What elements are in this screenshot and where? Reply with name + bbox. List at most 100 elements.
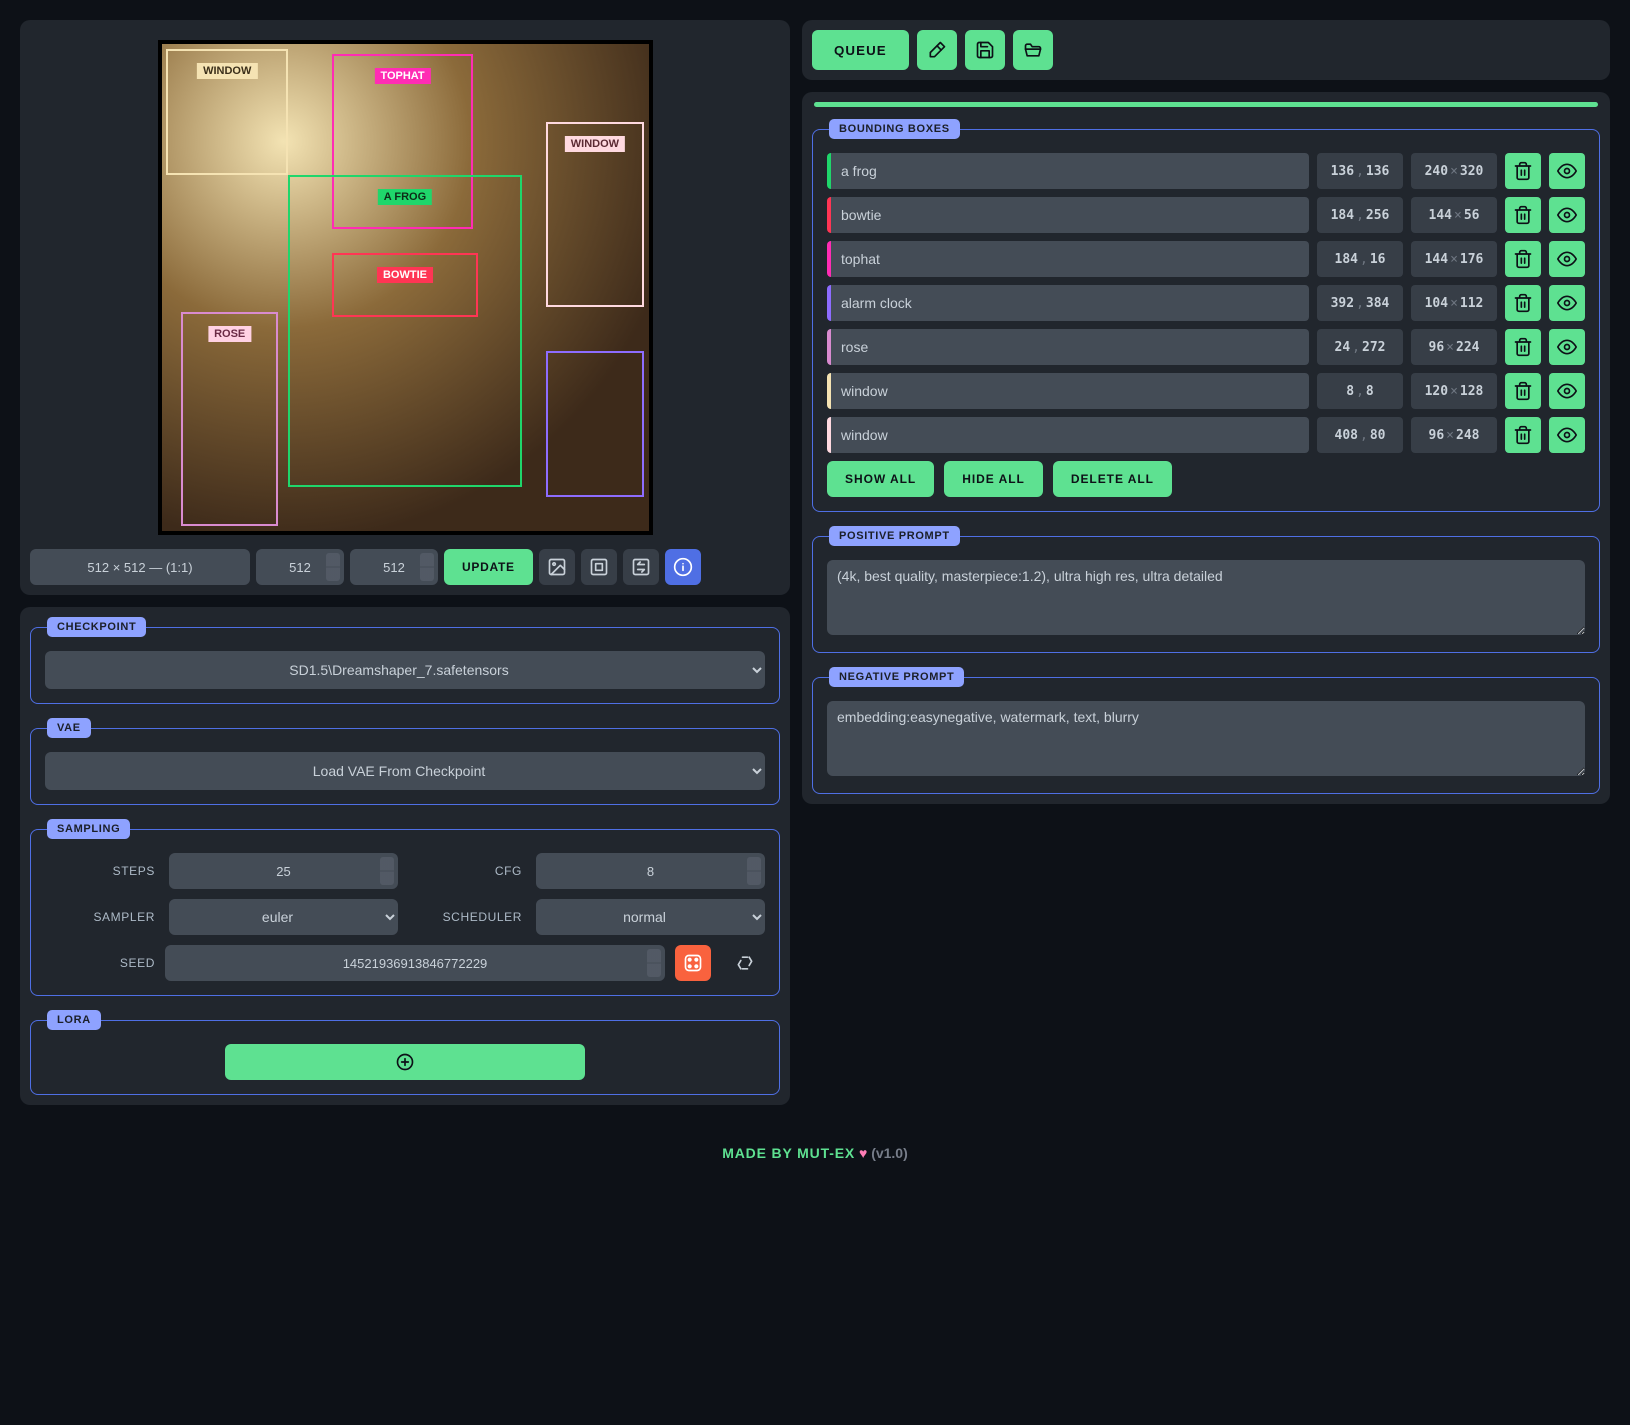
bbox-visibility-button[interactable] — [1549, 285, 1585, 321]
bbox-size: 96×248 — [1411, 417, 1497, 453]
bbox-row: 8,8120×128 — [827, 373, 1585, 409]
erase-button[interactable] — [917, 30, 957, 70]
cfg-input[interactable] — [536, 853, 765, 889]
cfg-label: CFG — [412, 864, 522, 878]
bbox-overlay: BOWTIE — [332, 253, 478, 316]
scheduler-select[interactable]: normal — [536, 899, 765, 935]
bbox-overlay — [546, 351, 643, 497]
bbox-size: 120×128 — [1411, 373, 1497, 409]
update-button[interactable]: UPDATE — [444, 549, 533, 585]
bounding-boxes-legend: BOUNDING BOXES — [829, 119, 960, 139]
width-input[interactable] — [256, 549, 344, 585]
top-actions-panel: QUEUE — [802, 20, 1610, 80]
height-input[interactable] — [350, 549, 438, 585]
negative-prompt-textarea[interactable] — [827, 701, 1585, 776]
bbox-delete-button[interactable] — [1505, 241, 1541, 277]
bbox-overlay: ROSE — [181, 312, 278, 526]
randomize-seed-button[interactable] — [675, 945, 711, 981]
bbox-delete-button[interactable] — [1505, 329, 1541, 365]
bbox-overlay: WINDOW — [166, 49, 288, 176]
footer-made: MADE BY MUT-EX — [722, 1145, 855, 1161]
bbox-visibility-button[interactable] — [1549, 197, 1585, 233]
negative-prompt-legend: NEGATIVE PROMPT — [829, 667, 964, 687]
bbox-position: 392,384 — [1317, 285, 1403, 321]
positive-prompt-textarea[interactable] — [827, 560, 1585, 635]
right-main-panel: BOUNDING BOXES 136,136240×320 184,256144×… — [802, 92, 1610, 804]
hide-all-button[interactable]: HIDE ALL — [944, 461, 1043, 497]
bbox-position: 8,8 — [1317, 373, 1403, 409]
open-folder-button[interactable] — [1013, 30, 1053, 70]
heart-icon: ♥ — [859, 1145, 867, 1161]
preview-image: WINDOWTOPHATWINDOWA FROGBOWTIEROSE — [158, 40, 653, 535]
add-lora-button[interactable] — [225, 1044, 585, 1080]
bbox-overlay: WINDOW — [546, 122, 643, 307]
footer: MADE BY MUT-EX ♥ (v1.0) — [20, 1145, 1610, 1161]
bbox-row: 184,16144×176 — [827, 241, 1585, 277]
positive-prompt-section: POSITIVE PROMPT — [812, 526, 1600, 653]
bbox-row: 408,8096×248 — [827, 417, 1585, 453]
bbox-visibility-button[interactable] — [1549, 417, 1585, 453]
sampler-select[interactable]: euler — [169, 899, 398, 935]
queue-button[interactable]: QUEUE — [812, 30, 909, 70]
vae-section: VAE Load VAE From Checkpoint — [30, 718, 780, 805]
checkpoint-legend: CHECKPOINT — [47, 617, 146, 637]
bbox-overlay: A FROG — [288, 175, 522, 487]
vae-select[interactable]: Load VAE From Checkpoint — [45, 752, 765, 790]
bbox-prompt-input[interactable] — [827, 285, 1309, 321]
vae-legend: VAE — [47, 718, 91, 738]
checkpoint-select[interactable]: SD1.5\Dreamshaper_7.safetensors — [45, 651, 765, 689]
image-icon-button[interactable] — [539, 549, 575, 585]
bounding-boxes-section: BOUNDING BOXES 136,136240×320 184,256144×… — [812, 119, 1600, 512]
steps-input[interactable] — [169, 853, 398, 889]
recycle-icon[interactable] — [725, 953, 765, 973]
lora-legend: LORA — [47, 1010, 101, 1030]
bbox-row: 184,256144×56 — [827, 197, 1585, 233]
seed-label: SEED — [45, 956, 155, 970]
bbox-row: 392,384104×112 — [827, 285, 1585, 321]
progress-bar — [814, 102, 1598, 107]
bbox-visibility-button[interactable] — [1549, 373, 1585, 409]
dimension-preset-select[interactable]: 512 × 512 — (1:1) — [30, 549, 250, 585]
bbox-position: 136,136 — [1317, 153, 1403, 189]
bbox-delete-button[interactable] — [1505, 285, 1541, 321]
bbox-prompt-input[interactable] — [827, 197, 1309, 233]
bbox-position: 24,272 — [1317, 329, 1403, 365]
footer-version: (v1.0) — [871, 1145, 908, 1161]
seed-input[interactable] — [165, 945, 665, 981]
fullscreen-icon-button[interactable] — [581, 549, 617, 585]
info-icon-button[interactable] — [665, 549, 701, 585]
show-all-button[interactable]: SHOW ALL — [827, 461, 934, 497]
bbox-delete-button[interactable] — [1505, 373, 1541, 409]
checkpoint-section: CHECKPOINT SD1.5\Dreamshaper_7.safetenso… — [30, 617, 780, 704]
bbox-prompt-input[interactable] — [827, 329, 1309, 365]
bbox-visibility-button[interactable] — [1549, 329, 1585, 365]
preview-panel: WINDOWTOPHATWINDOWA FROGBOWTIEROSE 512 ×… — [20, 20, 790, 595]
bbox-delete-button[interactable] — [1505, 153, 1541, 189]
scheduler-label: SCHEDULER — [412, 910, 522, 924]
bbox-prompt-input[interactable] — [827, 417, 1309, 453]
lora-section: LORA — [30, 1010, 780, 1095]
bbox-prompt-input[interactable] — [827, 373, 1309, 409]
bbox-size: 144×176 — [1411, 241, 1497, 277]
bbox-row: 136,136240×320 — [827, 153, 1585, 189]
bbox-delete-button[interactable] — [1505, 197, 1541, 233]
bbox-visibility-button[interactable] — [1549, 241, 1585, 277]
delete-all-button[interactable]: DELETE ALL — [1053, 461, 1172, 497]
bbox-size: 104×112 — [1411, 285, 1497, 321]
negative-prompt-section: NEGATIVE PROMPT — [812, 667, 1600, 794]
bbox-prompt-input[interactable] — [827, 153, 1309, 189]
bbox-position: 184,16 — [1317, 241, 1403, 277]
swap-icon-button[interactable] — [623, 549, 659, 585]
settings-panel: CHECKPOINT SD1.5\Dreamshaper_7.safetenso… — [20, 607, 790, 1105]
sampling-legend: SAMPLING — [47, 819, 130, 839]
sampling-section: SAMPLING STEPS CFG SAMPLER euler SCHEDUL… — [30, 819, 780, 996]
bbox-size: 144×56 — [1411, 197, 1497, 233]
bbox-visibility-button[interactable] — [1549, 153, 1585, 189]
bbox-position: 408,80 — [1317, 417, 1403, 453]
bbox-position: 184,256 — [1317, 197, 1403, 233]
sampler-label: SAMPLER — [45, 910, 155, 924]
bbox-prompt-input[interactable] — [827, 241, 1309, 277]
save-button[interactable] — [965, 30, 1005, 70]
bbox-row: 24,27296×224 — [827, 329, 1585, 365]
bbox-delete-button[interactable] — [1505, 417, 1541, 453]
